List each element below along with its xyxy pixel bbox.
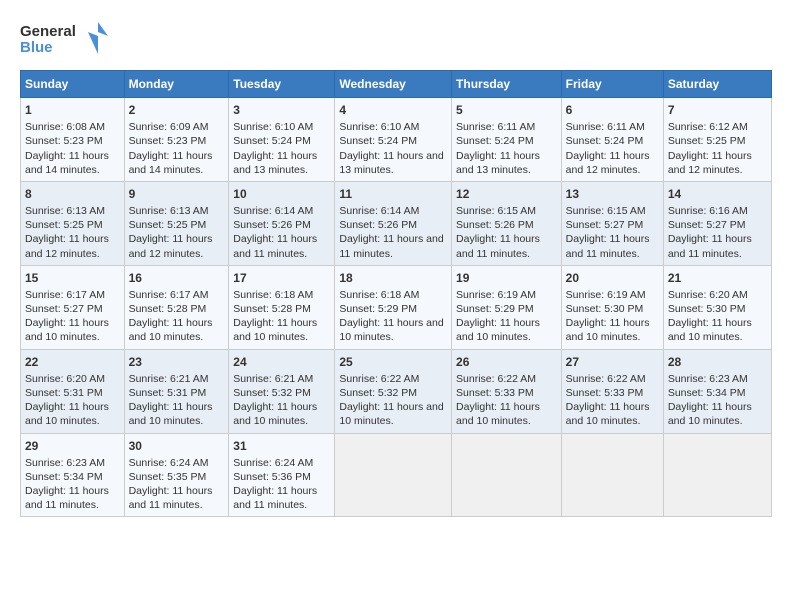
table-cell: 23Sunrise: 6:21 AMSunset: 5:31 PMDayligh… bbox=[124, 349, 229, 433]
day-number: 16 bbox=[129, 270, 225, 286]
calendar-table: Sunday Monday Tuesday Wednesday Thursday… bbox=[20, 70, 772, 517]
col-friday: Friday bbox=[561, 71, 663, 98]
table-cell bbox=[561, 433, 663, 517]
day-number: 26 bbox=[456, 354, 557, 370]
table-cell: 24Sunrise: 6:21 AMSunset: 5:32 PMDayligh… bbox=[229, 349, 335, 433]
table-cell bbox=[335, 433, 452, 517]
col-sunday: Sunday bbox=[21, 71, 125, 98]
table-cell: 21Sunrise: 6:20 AMSunset: 5:30 PMDayligh… bbox=[663, 265, 771, 349]
table-cell: 20Sunrise: 6:19 AMSunset: 5:30 PMDayligh… bbox=[561, 265, 663, 349]
table-cell: 15Sunrise: 6:17 AMSunset: 5:27 PMDayligh… bbox=[21, 265, 125, 349]
table-cell: 1Sunrise: 6:08 AMSunset: 5:23 PMDaylight… bbox=[21, 98, 125, 182]
table-cell: 19Sunrise: 6:19 AMSunset: 5:29 PMDayligh… bbox=[452, 265, 562, 349]
table-cell: 29Sunrise: 6:23 AMSunset: 5:34 PMDayligh… bbox=[21, 433, 125, 517]
table-cell: 2Sunrise: 6:09 AMSunset: 5:23 PMDaylight… bbox=[124, 98, 229, 182]
table-cell bbox=[452, 433, 562, 517]
day-number: 4 bbox=[339, 102, 447, 118]
day-number: 24 bbox=[233, 354, 330, 370]
table-cell: 13Sunrise: 6:15 AMSunset: 5:27 PMDayligh… bbox=[561, 181, 663, 265]
table-row: 29Sunrise: 6:23 AMSunset: 5:34 PMDayligh… bbox=[21, 433, 772, 517]
table-cell: 9Sunrise: 6:13 AMSunset: 5:25 PMDaylight… bbox=[124, 181, 229, 265]
table-row: 1Sunrise: 6:08 AMSunset: 5:23 PMDaylight… bbox=[21, 98, 772, 182]
table-cell: 27Sunrise: 6:22 AMSunset: 5:33 PMDayligh… bbox=[561, 349, 663, 433]
col-wednesday: Wednesday bbox=[335, 71, 452, 98]
table-row: 22Sunrise: 6:20 AMSunset: 5:31 PMDayligh… bbox=[21, 349, 772, 433]
table-cell: 25Sunrise: 6:22 AMSunset: 5:32 PMDayligh… bbox=[335, 349, 452, 433]
day-number: 5 bbox=[456, 102, 557, 118]
calendar-body: 1Sunrise: 6:08 AMSunset: 5:23 PMDaylight… bbox=[21, 98, 772, 517]
day-number: 13 bbox=[566, 186, 659, 202]
day-number: 25 bbox=[339, 354, 447, 370]
table-cell: 11Sunrise: 6:14 AMSunset: 5:26 PMDayligh… bbox=[335, 181, 452, 265]
table-cell: 22Sunrise: 6:20 AMSunset: 5:31 PMDayligh… bbox=[21, 349, 125, 433]
table-row: 8Sunrise: 6:13 AMSunset: 5:25 PMDaylight… bbox=[21, 181, 772, 265]
day-number: 14 bbox=[668, 186, 767, 202]
calendar-header: Sunday Monday Tuesday Wednesday Thursday… bbox=[21, 71, 772, 98]
table-cell: 6Sunrise: 6:11 AMSunset: 5:24 PMDaylight… bbox=[561, 98, 663, 182]
table-cell: 10Sunrise: 6:14 AMSunset: 5:26 PMDayligh… bbox=[229, 181, 335, 265]
day-number: 22 bbox=[25, 354, 120, 370]
table-cell: 14Sunrise: 6:16 AMSunset: 5:27 PMDayligh… bbox=[663, 181, 771, 265]
table-cell: 31Sunrise: 6:24 AMSunset: 5:36 PMDayligh… bbox=[229, 433, 335, 517]
day-number: 1 bbox=[25, 102, 120, 118]
day-number: 12 bbox=[456, 186, 557, 202]
day-number: 29 bbox=[25, 438, 120, 454]
logo-svg: General Blue bbox=[20, 18, 110, 58]
page: General Blue Sunday Monday Tuesday Wedne… bbox=[0, 0, 792, 612]
day-number: 3 bbox=[233, 102, 330, 118]
table-cell: 17Sunrise: 6:18 AMSunset: 5:28 PMDayligh… bbox=[229, 265, 335, 349]
table-cell: 7Sunrise: 6:12 AMSunset: 5:25 PMDaylight… bbox=[663, 98, 771, 182]
logo: General Blue bbox=[20, 18, 110, 58]
col-monday: Monday bbox=[124, 71, 229, 98]
header: General Blue bbox=[20, 18, 772, 58]
svg-text:General: General bbox=[20, 23, 76, 40]
day-number: 18 bbox=[339, 270, 447, 286]
table-cell: 5Sunrise: 6:11 AMSunset: 5:24 PMDaylight… bbox=[452, 98, 562, 182]
table-cell: 4Sunrise: 6:10 AMSunset: 5:24 PMDaylight… bbox=[335, 98, 452, 182]
day-number: 8 bbox=[25, 186, 120, 202]
day-number: 17 bbox=[233, 270, 330, 286]
day-number: 27 bbox=[566, 354, 659, 370]
table-cell: 3Sunrise: 6:10 AMSunset: 5:24 PMDaylight… bbox=[229, 98, 335, 182]
table-cell: 16Sunrise: 6:17 AMSunset: 5:28 PMDayligh… bbox=[124, 265, 229, 349]
day-number: 6 bbox=[566, 102, 659, 118]
day-number: 11 bbox=[339, 186, 447, 202]
col-saturday: Saturday bbox=[663, 71, 771, 98]
day-number: 10 bbox=[233, 186, 330, 202]
day-number: 15 bbox=[25, 270, 120, 286]
table-cell: 30Sunrise: 6:24 AMSunset: 5:35 PMDayligh… bbox=[124, 433, 229, 517]
day-number: 19 bbox=[456, 270, 557, 286]
day-number: 7 bbox=[668, 102, 767, 118]
header-row: Sunday Monday Tuesday Wednesday Thursday… bbox=[21, 71, 772, 98]
col-tuesday: Tuesday bbox=[229, 71, 335, 98]
svg-text:Blue: Blue bbox=[20, 39, 53, 56]
table-cell: 8Sunrise: 6:13 AMSunset: 5:25 PMDaylight… bbox=[21, 181, 125, 265]
day-number: 28 bbox=[668, 354, 767, 370]
day-number: 30 bbox=[129, 438, 225, 454]
day-number: 31 bbox=[233, 438, 330, 454]
table-cell: 18Sunrise: 6:18 AMSunset: 5:29 PMDayligh… bbox=[335, 265, 452, 349]
day-number: 23 bbox=[129, 354, 225, 370]
table-cell bbox=[663, 433, 771, 517]
table-cell: 12Sunrise: 6:15 AMSunset: 5:26 PMDayligh… bbox=[452, 181, 562, 265]
table-row: 15Sunrise: 6:17 AMSunset: 5:27 PMDayligh… bbox=[21, 265, 772, 349]
day-number: 9 bbox=[129, 186, 225, 202]
col-thursday: Thursday bbox=[452, 71, 562, 98]
table-cell: 28Sunrise: 6:23 AMSunset: 5:34 PMDayligh… bbox=[663, 349, 771, 433]
table-cell: 26Sunrise: 6:22 AMSunset: 5:33 PMDayligh… bbox=[452, 349, 562, 433]
day-number: 20 bbox=[566, 270, 659, 286]
day-number: 2 bbox=[129, 102, 225, 118]
day-number: 21 bbox=[668, 270, 767, 286]
